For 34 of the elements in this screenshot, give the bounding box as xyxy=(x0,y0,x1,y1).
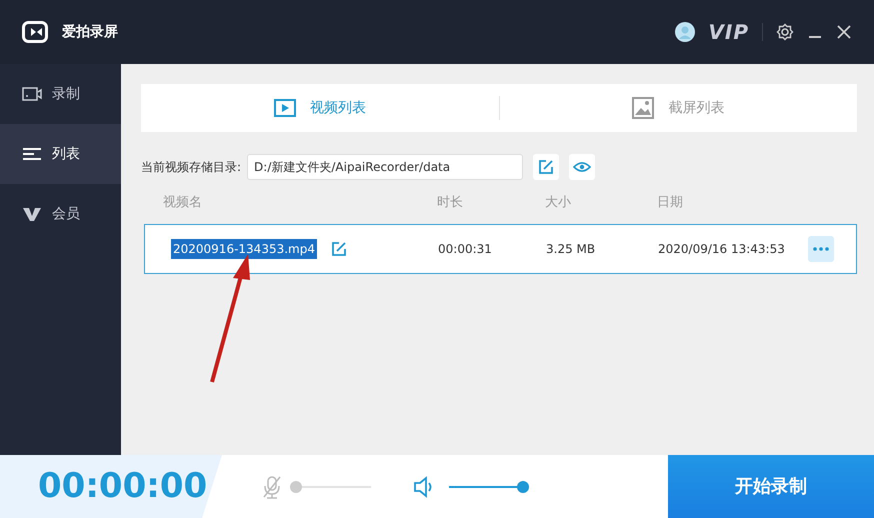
timer: 00:00:00 xyxy=(0,455,222,518)
table-cell-text: 00:00:31 xyxy=(438,241,493,258)
table-cell-text: 3.25 MB xyxy=(546,241,596,258)
play-icon xyxy=(274,99,296,117)
sidebar-item[interactable]: 会员 xyxy=(0,184,121,244)
more-icon xyxy=(813,247,829,251)
settings-icon[interactable] xyxy=(776,23,794,41)
edit-button[interactable] xyxy=(533,154,560,180)
column-header: 视频名 xyxy=(162,194,203,212)
column-header: 时长 xyxy=(437,194,464,212)
rename-icon[interactable] xyxy=(330,241,347,257)
app-title: 爱拍录屏 xyxy=(62,22,118,42)
vip-label[interactable]: VIP xyxy=(708,17,749,47)
app-logo-icon xyxy=(22,21,48,43)
column-header: 日期 xyxy=(657,194,684,212)
file-name[interactable]: 20200916-134353.mp4 xyxy=(171,239,317,259)
table-cell-text: 2020/09/16 13:43:53 xyxy=(658,241,786,258)
start-record-button[interactable]: 开始录制 xyxy=(668,455,874,518)
close-icon[interactable] xyxy=(836,24,852,40)
column-header: 大小 xyxy=(545,194,572,212)
directory-field[interactable]: D:/新建文件夹/AipaiRecorder/data xyxy=(247,154,524,180)
view-button[interactable] xyxy=(569,154,596,180)
image-icon xyxy=(632,97,654,119)
sidebar-item[interactable]: 录制 xyxy=(0,64,121,124)
file-row[interactable]: 20200916-134353.mp4 00:00:31 3.25 MB 2020/09/16 13:43:53 xyxy=(144,224,857,274)
directory-label: 当前视频存储目录: xyxy=(141,159,242,176)
edit-icon xyxy=(538,159,554,175)
more-button[interactable] xyxy=(808,236,834,262)
avatar-icon[interactable] xyxy=(675,22,696,42)
sidebar-item[interactable]: 列表 xyxy=(0,124,121,184)
camera-icon xyxy=(22,85,42,103)
list-icon xyxy=(22,145,42,163)
eye-icon xyxy=(573,161,592,173)
v-icon xyxy=(22,205,42,223)
